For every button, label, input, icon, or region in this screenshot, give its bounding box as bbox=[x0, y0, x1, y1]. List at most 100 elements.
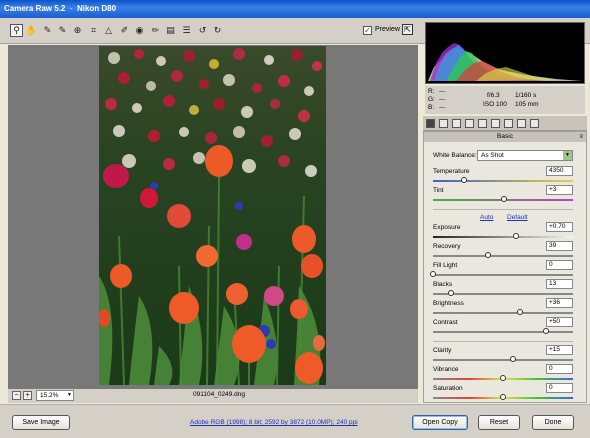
photo-preview bbox=[99, 46, 326, 385]
divider bbox=[433, 341, 573, 342]
blacks-slider[interactable] bbox=[433, 290, 573, 296]
open-copy-button[interactable]: Open Copy bbox=[412, 415, 468, 430]
tab-presets-icon[interactable] bbox=[517, 119, 526, 128]
rotate-right-icon[interactable]: ↻ bbox=[211, 24, 224, 37]
crop-icon[interactable]: ⌗ bbox=[87, 24, 100, 37]
clarity-input[interactable]: +15 bbox=[546, 345, 573, 355]
bottom-bar: Save Image Adobe RGB (1998); 8 bit; 2592… bbox=[0, 404, 590, 438]
chevron-down-icon: ▼ bbox=[67, 392, 72, 398]
brightness-label: Brightness bbox=[433, 300, 464, 307]
blacks-label: Blacks bbox=[433, 281, 453, 288]
color-sampler-icon[interactable]: ✎ bbox=[56, 24, 69, 37]
preview-checkbox[interactable]: ✓ bbox=[363, 26, 372, 35]
done-button[interactable]: Done bbox=[532, 415, 574, 430]
target-adjust-icon[interactable]: ⊕ bbox=[71, 24, 84, 37]
contrast-input[interactable]: +50 bbox=[546, 317, 573, 327]
zoom-level-select[interactable]: 15.2% ▼ bbox=[36, 390, 74, 401]
white-balance-label: White Balance: bbox=[433, 152, 477, 159]
hand-icon[interactable]: ✋ bbox=[25, 24, 38, 37]
rotate-left-icon[interactable]: ↺ bbox=[196, 24, 209, 37]
exposure-slider[interactable] bbox=[433, 233, 573, 239]
white-balance-icon[interactable]: ✎ bbox=[41, 24, 54, 37]
slider-thumb[interactable] bbox=[516, 309, 523, 315]
white-balance-select[interactable]: As Shot ▼ bbox=[477, 150, 573, 161]
workflow-options-link[interactable]: Adobe RGB (1998); 8 bit; 2592 by 3872 (1… bbox=[190, 419, 358, 426]
red-eye-icon[interactable]: ◉ bbox=[133, 24, 146, 37]
panel-title: Basic bbox=[497, 133, 513, 140]
exposure-label: Exposure bbox=[433, 224, 461, 231]
tab-lens-corrections-icon[interactable] bbox=[491, 119, 500, 128]
clarity-slider[interactable] bbox=[433, 356, 573, 362]
recovery-label: Recovery bbox=[433, 243, 461, 250]
zoom-icon[interactable]: ⚲ bbox=[10, 24, 23, 37]
focal-length-value: 105 mm bbox=[515, 101, 539, 108]
slider-thumb[interactable] bbox=[543, 328, 550, 334]
fill-light-input[interactable]: 0 bbox=[546, 260, 573, 270]
temperature-input[interactable]: 4350 bbox=[546, 166, 573, 176]
temperature-slider[interactable] bbox=[433, 177, 573, 183]
vibrance-slider[interactable] bbox=[433, 375, 573, 381]
brightness-input[interactable]: +36 bbox=[546, 298, 573, 308]
g-label: G: bbox=[428, 96, 435, 103]
reset-button[interactable]: Reset bbox=[478, 415, 520, 430]
slider-thumb[interactable] bbox=[512, 233, 519, 239]
slider-thumb[interactable] bbox=[430, 271, 436, 277]
tab-hsl-icon[interactable] bbox=[465, 119, 474, 128]
divider bbox=[433, 209, 573, 210]
auto-link[interactable]: Auto bbox=[480, 214, 493, 221]
tab-tone-curve-icon[interactable] bbox=[439, 119, 448, 128]
graduated-filter-icon[interactable]: ▤ bbox=[164, 24, 177, 37]
fullscreen-icon[interactable]: ⇱ bbox=[402, 24, 413, 35]
tint-slider[interactable] bbox=[433, 196, 573, 202]
tint-input[interactable]: +3 bbox=[546, 185, 573, 195]
filename-label: 091104_0249.dng bbox=[193, 391, 245, 398]
slider-thumb[interactable] bbox=[484, 252, 491, 258]
slider-thumb[interactable] bbox=[460, 177, 467, 183]
tulip-photo bbox=[99, 46, 326, 385]
adjustment-brush-icon[interactable]: ✏ bbox=[149, 24, 162, 37]
recovery-slider[interactable] bbox=[433, 252, 573, 258]
temperature-label: Temperature bbox=[433, 168, 470, 175]
blacks-input[interactable]: 13 bbox=[546, 279, 573, 289]
preview-status-bar: − + 15.2% ▼ 091104_0249.dng bbox=[8, 389, 418, 403]
preview-area[interactable] bbox=[8, 45, 418, 389]
straighten-icon[interactable]: △ bbox=[102, 24, 115, 37]
panel-tabs bbox=[423, 116, 587, 131]
title-bar: Camera Raw 5.2 - Nikon D80 bbox=[0, 0, 590, 18]
tint-label: Tint bbox=[433, 187, 444, 194]
zoom-level-value: 15.2% bbox=[40, 392, 59, 399]
slider-thumb[interactable] bbox=[500, 375, 506, 381]
shutter-value: 1/160 s bbox=[515, 92, 537, 99]
tab-detail-icon[interactable] bbox=[452, 119, 461, 128]
exposure-input[interactable]: +0.70 bbox=[546, 222, 573, 232]
save-image-button[interactable]: Save Image bbox=[12, 415, 70, 430]
zoom-in-button[interactable]: + bbox=[23, 391, 32, 400]
r-label: R: bbox=[428, 88, 435, 95]
zoom-out-button[interactable]: − bbox=[12, 391, 21, 400]
histogram bbox=[425, 22, 585, 84]
recovery-input[interactable]: 39 bbox=[546, 241, 573, 251]
tab-split-toning-icon[interactable] bbox=[478, 119, 487, 128]
saturation-slider[interactable] bbox=[433, 394, 573, 400]
tab-snapshots-icon[interactable] bbox=[530, 119, 539, 128]
vibrance-input[interactable]: 0 bbox=[546, 364, 573, 374]
slider-thumb[interactable] bbox=[448, 290, 455, 296]
tab-basic-icon[interactable] bbox=[426, 119, 435, 128]
contrast-slider[interactable] bbox=[433, 328, 573, 334]
slider-thumb[interactable] bbox=[509, 356, 516, 362]
slider-thumb[interactable] bbox=[500, 394, 506, 400]
contrast-label: Contrast bbox=[433, 319, 458, 326]
tab-camera-calibration-icon[interactable] bbox=[504, 119, 513, 128]
chevron-down-icon: ▼ bbox=[563, 151, 572, 160]
saturation-input[interactable]: 0 bbox=[546, 383, 573, 393]
brightness-slider[interactable] bbox=[433, 309, 573, 315]
default-link[interactable]: Default bbox=[507, 214, 528, 221]
fill-light-slider[interactable] bbox=[430, 271, 573, 277]
slider-thumb[interactable] bbox=[501, 196, 508, 202]
preview-label: Preview bbox=[375, 26, 400, 33]
camera-model: Nikon D80 bbox=[76, 4, 117, 13]
panel-menu-icon[interactable]: ≡ bbox=[579, 132, 583, 142]
preferences-icon[interactable]: ☰ bbox=[180, 24, 193, 37]
clarity-label: Clarity bbox=[433, 347, 452, 354]
spot-removal-icon[interactable]: ✐ bbox=[118, 24, 131, 37]
